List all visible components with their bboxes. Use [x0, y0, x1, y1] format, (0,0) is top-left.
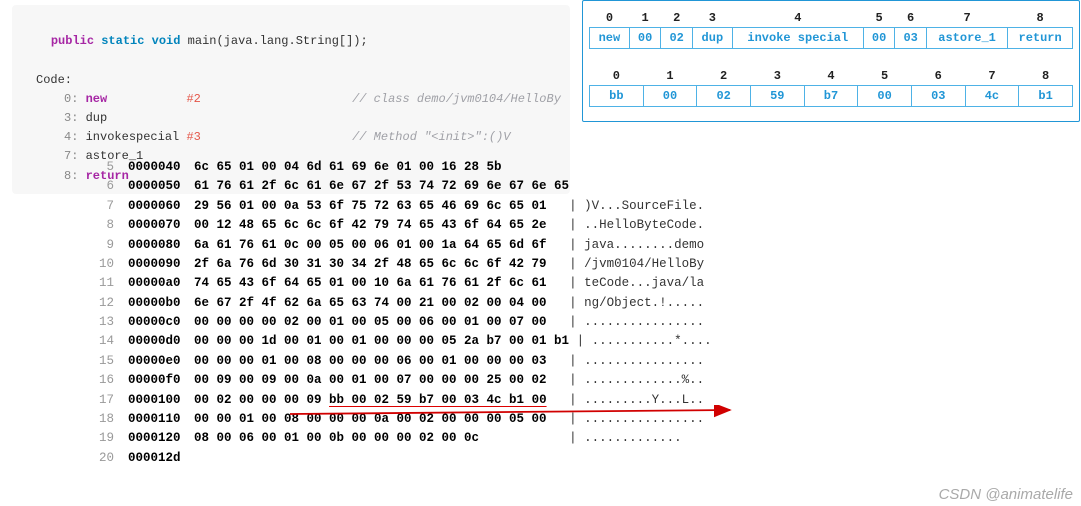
hexdump-line: 1000000902f 6a 76 6d 30 31 30 34 2f 48 6…: [94, 255, 712, 274]
hexdump-line: 1100000a074 65 43 6f 64 65 01 00 10 6a 6…: [94, 274, 712, 293]
table-row: 012345678: [590, 9, 1073, 28]
code-label: Code:: [22, 71, 560, 90]
hexdump-line: 17000010000 02 00 00 00 09 bb 00 02 59 b…: [94, 391, 712, 410]
opcode-hex-table: 012345678 bb000259b700034cb1: [589, 67, 1073, 107]
opcode-tables-panel: 012345678 new0002dupinvoke special0003as…: [582, 0, 1080, 122]
kw-public: public: [51, 34, 94, 48]
bytecode-line-2: 4: invokespecial #3 // Method "<init>":(…: [22, 128, 560, 147]
hexdump-line: 8000007000 12 48 65 6c 6c 6f 42 79 74 65…: [94, 216, 712, 235]
hexdump-line: 6000005061 76 61 2f 6c 61 6e 67 2f 53 74…: [94, 177, 712, 196]
hexdump-line: 1600000f000 09 00 09 00 0a 00 01 00 07 0…: [94, 371, 712, 390]
hexdump-line: 900000806a 61 76 61 0c 00 05 00 06 01 00…: [94, 236, 712, 255]
opcode-mnemonic-table: 012345678 new0002dupinvoke special0003as…: [589, 9, 1073, 49]
hexdump-panel: 500000406c 65 01 00 04 6d 61 69 6e 01 00…: [94, 158, 712, 468]
method-signature: public static void main(java.lang.String…: [22, 13, 560, 71]
hexdump-line: 19000012008 00 06 00 01 00 0b 00 00 00 0…: [94, 429, 712, 448]
watermark: CSDN @animatelife: [939, 486, 1073, 503]
hexdump-line: 18000011000 00 01 00 08 00 00 00 0a 00 0…: [94, 410, 712, 429]
hexdump-line: 1300000c000 00 00 00 02 00 01 00 05 00 0…: [94, 313, 712, 332]
kw-static: static: [101, 34, 144, 48]
hexdump-line: 1500000e000 00 00 01 00 08 00 00 00 06 0…: [94, 352, 712, 371]
table-row: 012345678: [590, 67, 1073, 86]
method-name: main: [188, 34, 217, 48]
bytecode-line-0: 0: new #2 // class demo/jvm0104/HelloBy: [22, 90, 560, 109]
hexdump-line: 1200000b06e 67 2f 4f 62 6a 65 63 74 00 2…: [94, 294, 712, 313]
bytecode-line-1: 3: dup: [22, 109, 560, 128]
table-row: new0002dupinvoke special0003astore_1retu…: [590, 28, 1073, 49]
table-row: bb000259b700034cb1: [590, 86, 1073, 107]
hexdump-line: 7000006029 56 01 00 0a 53 6f 75 72 63 65…: [94, 197, 712, 216]
hexdump-line: 500000406c 65 01 00 04 6d 61 69 6e 01 00…: [94, 158, 712, 177]
hexdump-line: 1400000d000 00 00 1d 00 01 00 01 00 00 0…: [94, 332, 712, 351]
kw-void: void: [152, 34, 181, 48]
hexdump-line: 20000012d: [94, 449, 712, 468]
